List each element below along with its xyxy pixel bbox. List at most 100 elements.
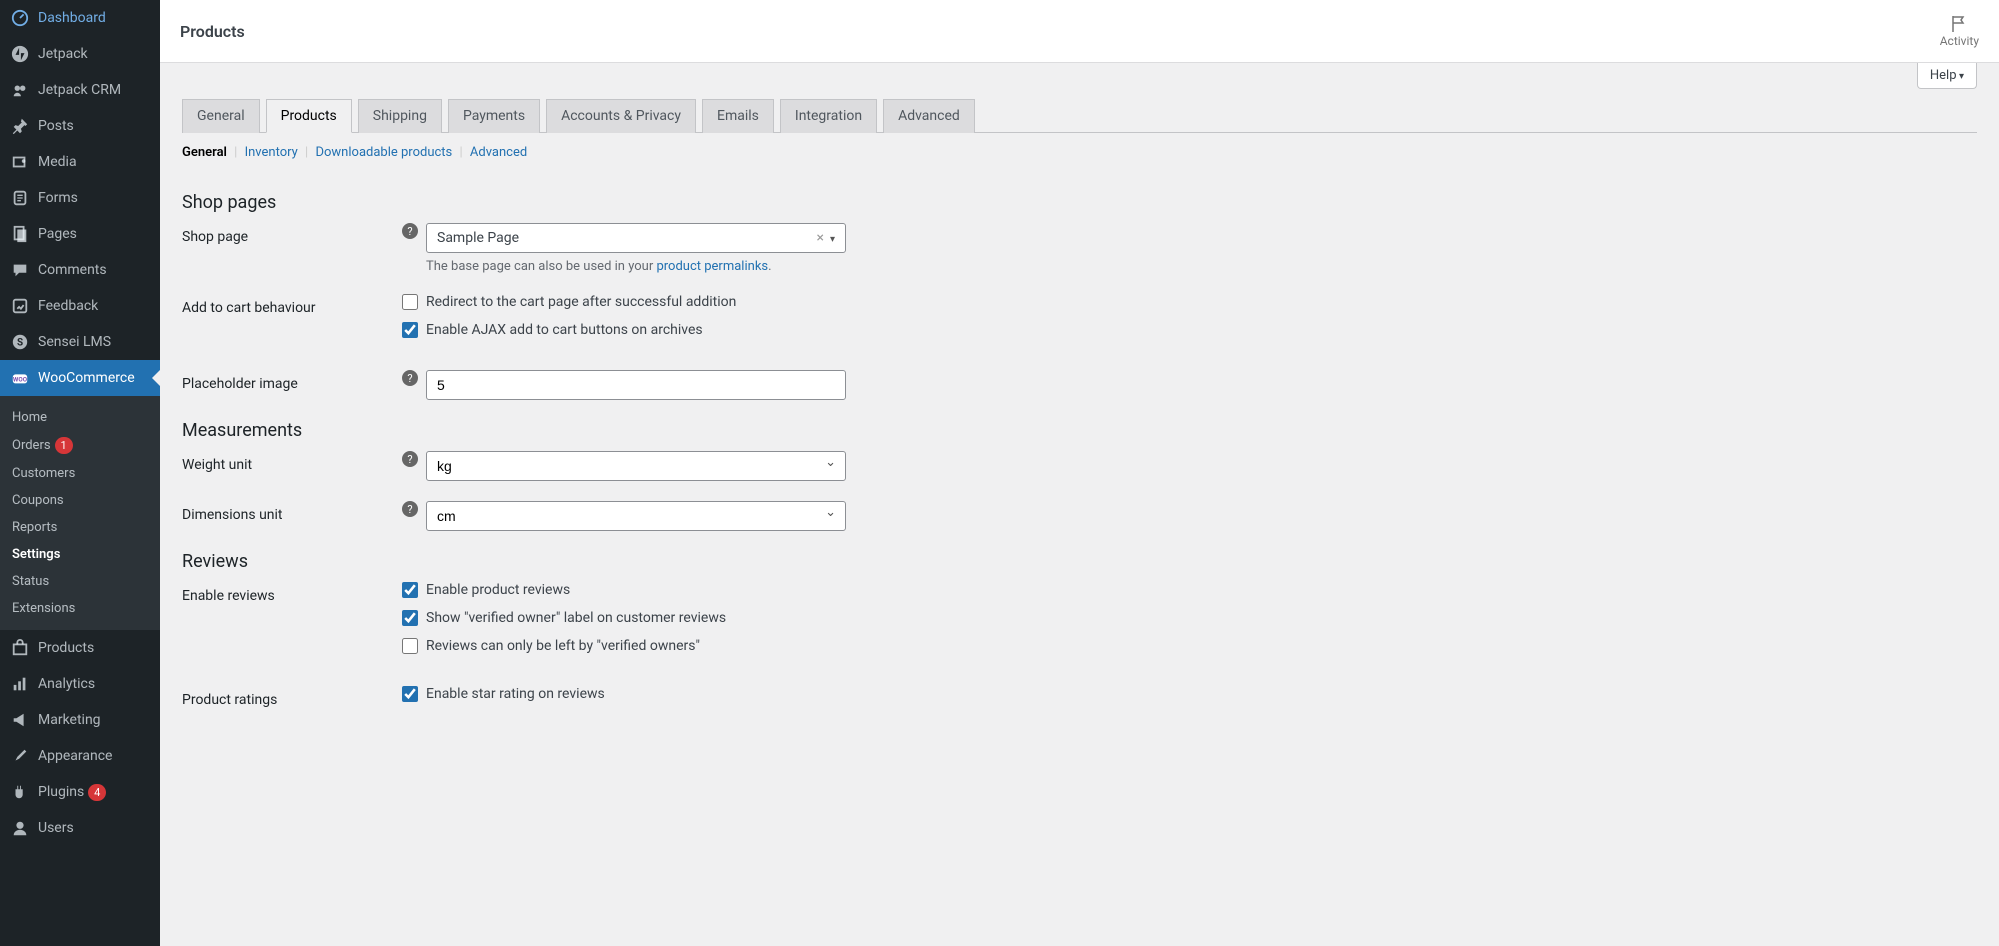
help-tip-icon[interactable]: ? — [402, 501, 418, 517]
tab-emails[interactable]: Emails — [702, 99, 774, 133]
tab-advanced[interactable]: Advanced — [883, 99, 975, 133]
pin-icon — [10, 116, 30, 136]
sidebar-label: Sensei LMS — [38, 334, 111, 350]
redirect-checkbox[interactable] — [402, 294, 418, 310]
flag-icon — [1949, 14, 1969, 34]
activity-button[interactable]: Activity — [1940, 14, 1979, 48]
shop-page-value: Sample Page — [437, 230, 519, 246]
submenu-reports[interactable]: Reports — [0, 514, 160, 541]
sidebar-item-analytics[interactable]: Analytics — [0, 666, 160, 702]
sidebar-label: Pages — [38, 226, 77, 242]
help-tab[interactable]: Help — [1917, 63, 1977, 89]
star-rating-checkbox[interactable] — [402, 686, 418, 702]
pages-icon — [10, 224, 30, 244]
sidebar-item-users[interactable]: Users — [0, 810, 160, 846]
tab-shipping[interactable]: Shipping — [358, 99, 442, 133]
tab-products[interactable]: Products — [266, 99, 352, 133]
verified-only-checkbox[interactable] — [402, 638, 418, 654]
weight-unit-select[interactable]: kg — [426, 451, 846, 481]
sidebar-item-feedback[interactable]: Feedback — [0, 288, 160, 324]
analytics-icon — [10, 674, 30, 694]
sidebar-label: Analytics — [38, 676, 95, 692]
sidebar-label: Media — [38, 154, 77, 170]
sidebar-item-marketing[interactable]: Marketing — [0, 702, 160, 738]
comments-icon — [10, 260, 30, 280]
label-add-to-cart: Add to cart behaviour — [182, 294, 402, 316]
subtab-downloadable[interactable]: Downloadable products — [315, 145, 452, 160]
sidebar-item-plugins[interactable]: Plugins 4 — [0, 774, 160, 810]
sidebar-label: Appearance — [38, 748, 112, 764]
sidebar-item-woocommerce[interactable]: WOO WooCommerce — [0, 360, 160, 396]
help-tip-icon[interactable]: ? — [402, 451, 418, 467]
jetpack-icon — [10, 44, 30, 64]
feedback-icon — [10, 296, 30, 316]
star-rating-label[interactable]: Enable star rating on reviews — [426, 686, 605, 702]
tab-integration[interactable]: Integration — [780, 99, 877, 133]
dimensions-unit-select[interactable]: cm — [426, 501, 846, 531]
heading-measurements: Measurements — [182, 420, 1977, 441]
submenu-settings[interactable]: Settings — [0, 541, 160, 568]
submenu-customers[interactable]: Customers — [0, 460, 160, 487]
woocommerce-icon: WOO — [10, 368, 30, 388]
submenu-orders[interactable]: Orders1 — [0, 431, 160, 460]
tab-payments[interactable]: Payments — [448, 99, 540, 133]
crm-icon — [10, 80, 30, 100]
help-tip-icon[interactable]: ? — [402, 370, 418, 386]
media-icon — [10, 152, 30, 172]
submenu-extensions[interactable]: Extensions — [0, 595, 160, 622]
sidebar-label: Feedback — [38, 298, 98, 314]
label-shop-page: Shop page — [182, 223, 402, 245]
permalinks-link[interactable]: product permalinks — [656, 259, 768, 274]
woocommerce-submenu: Home Orders1 Customers Coupons Reports S… — [0, 396, 160, 630]
submenu-home[interactable]: Home — [0, 404, 160, 431]
sidebar-item-media[interactable]: Media — [0, 144, 160, 180]
verified-owner-checkbox[interactable] — [402, 610, 418, 626]
plugins-icon — [10, 782, 30, 802]
sidebar-item-products[interactable]: Products — [0, 630, 160, 666]
ajax-label[interactable]: Enable AJAX add to cart buttons on archi… — [426, 322, 703, 338]
verified-only-label[interactable]: Reviews can only be left by "verified ow… — [426, 638, 700, 654]
sidebar-label: Jetpack CRM — [38, 82, 121, 98]
sidebar-item-forms[interactable]: Forms — [0, 180, 160, 216]
tab-accounts[interactable]: Accounts & Privacy — [546, 99, 696, 133]
sidebar-item-dashboard[interactable]: Dashboard — [0, 0, 160, 36]
placeholder-input[interactable] — [426, 370, 846, 400]
label-weight-unit: Weight unit — [182, 451, 402, 473]
sidebar-label: Forms — [38, 190, 78, 206]
sidebar-label: Marketing — [38, 712, 101, 728]
label-dimensions-unit: Dimensions unit — [182, 501, 402, 523]
sidebar-label: Products — [38, 640, 94, 656]
tab-general[interactable]: General — [182, 99, 260, 133]
sidebar-label: Posts — [38, 118, 74, 134]
sidebar-item-sensei[interactable]: S Sensei LMS — [0, 324, 160, 360]
subtab-advanced[interactable]: Advanced — [470, 145, 527, 160]
verified-owner-label[interactable]: Show "verified owner" label on customer … — [426, 610, 726, 626]
sidebar-label: WooCommerce — [38, 370, 135, 386]
subtab-general[interactable]: General — [182, 145, 227, 160]
page-title: Products — [180, 22, 245, 41]
sidebar-item-jetpack[interactable]: Jetpack — [0, 36, 160, 72]
sidebar-item-pages[interactable]: Pages — [0, 216, 160, 252]
chevron-down-icon: ▾ — [830, 234, 835, 245]
submenu-coupons[interactable]: Coupons — [0, 487, 160, 514]
label-product-ratings: Product ratings — [182, 686, 402, 708]
enable-reviews-checkbox[interactable] — [402, 582, 418, 598]
sidebar-label: Comments — [38, 262, 107, 278]
sidebar-label: Plugins — [38, 784, 84, 800]
ajax-checkbox[interactable] — [402, 322, 418, 338]
sidebar-item-jetpack-crm[interactable]: Jetpack CRM — [0, 72, 160, 108]
forms-icon — [10, 188, 30, 208]
sidebar-item-posts[interactable]: Posts — [0, 108, 160, 144]
topbar: Products Activity — [160, 0, 1999, 63]
svg-text:S: S — [17, 338, 23, 349]
redirect-label[interactable]: Redirect to the cart page after successf… — [426, 294, 736, 310]
subtab-inventory[interactable]: Inventory — [245, 145, 298, 160]
sidebar-item-appearance[interactable]: Appearance — [0, 738, 160, 774]
sidebar-item-comments[interactable]: Comments — [0, 252, 160, 288]
settings-tabs: General Products Shipping Payments Accou… — [182, 98, 1977, 133]
submenu-status[interactable]: Status — [0, 568, 160, 595]
help-tip-icon[interactable]: ? — [402, 223, 418, 239]
clear-icon[interactable]: × — [816, 230, 823, 246]
enable-reviews-label[interactable]: Enable product reviews — [426, 582, 570, 598]
shop-page-select[interactable]: Sample Page × ▾ — [426, 223, 846, 253]
